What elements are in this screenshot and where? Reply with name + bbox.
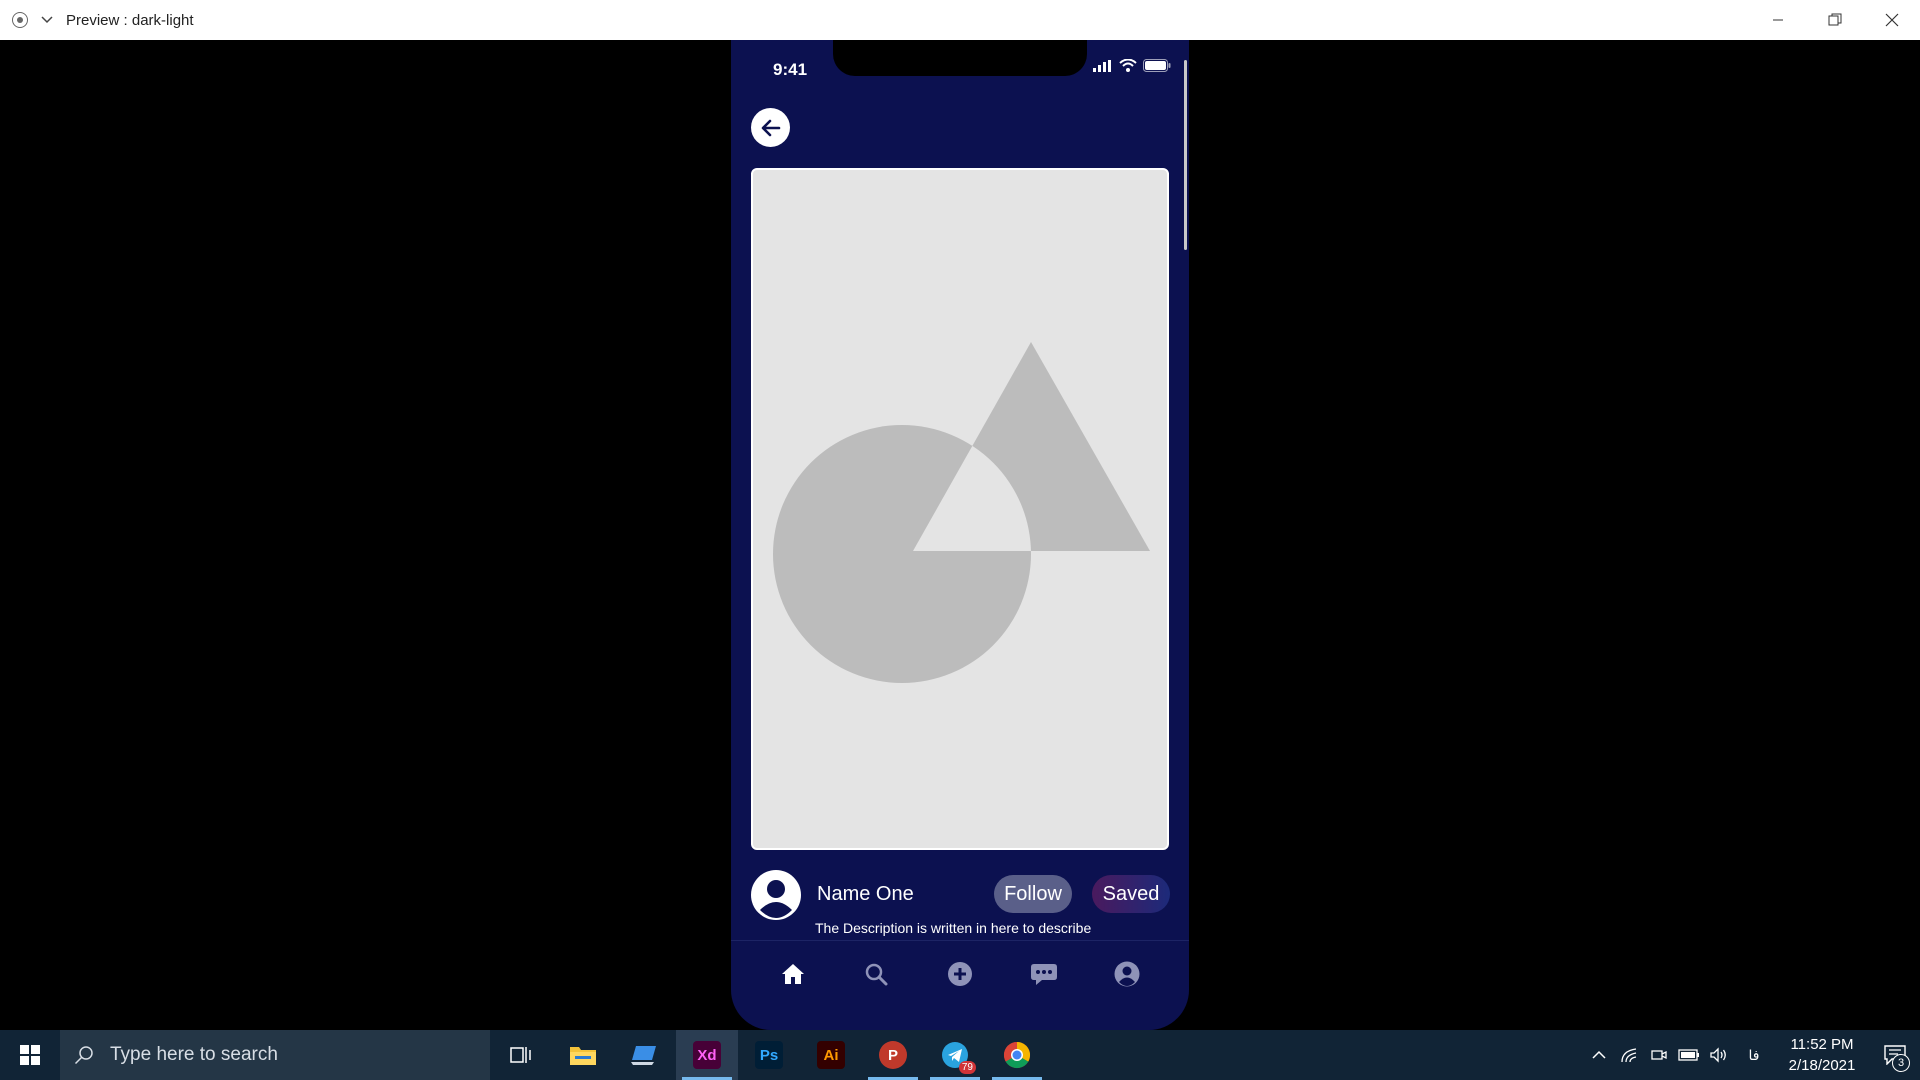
telegram-badge: 79 (958, 1061, 976, 1074)
search-icon[interactable] (859, 957, 893, 991)
add-icon[interactable] (943, 957, 977, 991)
post-info-row: Name One Follow Saved (751, 870, 1170, 920)
search-placeholder: Type here to search (110, 1044, 278, 1065)
laptop-icon (631, 1046, 656, 1065)
windows-taskbar: Type here to search Xd Ps Ai P 79 فا 11:… (0, 1030, 1920, 1080)
window-title: Preview : dark-light (66, 11, 194, 29)
username[interactable]: Name One (817, 883, 914, 906)
arrow-left-icon (761, 119, 780, 136)
photoshop-button[interactable]: Ps (738, 1030, 800, 1080)
network-icon[interactable] (1614, 1030, 1644, 1080)
windows-icon (20, 1045, 40, 1065)
system-tray: فا 11:52 PM 2/18/2021 3 (1584, 1030, 1920, 1080)
clock-date: 2/18/2021 (1788, 1057, 1856, 1074)
battery-icon[interactable] (1674, 1030, 1704, 1080)
taskbar-search[interactable]: Type here to search (60, 1030, 490, 1080)
saved-button[interactable]: Saved (1092, 875, 1170, 913)
adobe-xd-icon: Xd (693, 1041, 721, 1069)
back-button[interactable] (751, 108, 790, 147)
phone-notch (833, 40, 1087, 76)
chevron-down-icon[interactable] (40, 13, 54, 27)
close-button[interactable] (1863, 0, 1920, 40)
file-explorer-button[interactable] (552, 1030, 614, 1080)
preview-stage: 9:41 Name One Follow Saved The Descripti… (0, 40, 1920, 1030)
illustrator-button[interactable]: Ai (800, 1030, 862, 1080)
psiphon-button[interactable]: P (862, 1030, 924, 1080)
scrollbar[interactable] (1184, 60, 1187, 250)
search-icon (74, 1046, 93, 1065)
phone-frame: 9:41 Name One Follow Saved The Descripti… (731, 40, 1189, 1030)
volume-icon[interactable] (1704, 1030, 1734, 1080)
notification-count: 3 (1892, 1054, 1910, 1072)
illustrator-icon: Ai (817, 1041, 845, 1069)
app-button[interactable] (614, 1030, 676, 1080)
placeholder-shapes-icon (773, 342, 1150, 683)
psiphon-icon: P (879, 1041, 907, 1069)
record-icon[interactable] (12, 12, 28, 28)
image-placeholder[interactable] (751, 168, 1169, 850)
restore-button[interactable] (1806, 0, 1863, 40)
task-view-button[interactable] (490, 1030, 552, 1080)
action-center-button[interactable]: 3 (1870, 1030, 1920, 1080)
window-titlebar: Preview : dark-light (0, 0, 1920, 40)
language-indicator[interactable]: فا (1734, 1030, 1774, 1080)
minimize-button[interactable] (1749, 0, 1806, 40)
wifi-icon (1119, 59, 1137, 72)
home-icon[interactable] (776, 957, 810, 991)
status-icons (1093, 59, 1171, 72)
task-view-icon (510, 1047, 531, 1063)
photoshop-icon: Ps (755, 1041, 783, 1069)
bottom-nav (731, 940, 1189, 1030)
status-time: 9:41 (773, 60, 808, 79)
chrome-button[interactable] (986, 1030, 1048, 1080)
battery-icon (1143, 59, 1171, 72)
folder-icon (570, 1047, 596, 1065)
chrome-icon (1003, 1041, 1031, 1069)
chat-icon[interactable] (1027, 957, 1061, 991)
adobe-xd-button[interactable]: Xd (676, 1030, 738, 1080)
telegram-button[interactable]: 79 (924, 1030, 986, 1080)
post-description: The Description is written in here to de… (815, 920, 1092, 936)
meet-now-icon[interactable] (1644, 1030, 1674, 1080)
avatar-icon[interactable] (751, 870, 801, 920)
chevron-up-icon[interactable] (1584, 1030, 1614, 1080)
start-button[interactable] (0, 1030, 60, 1080)
clock[interactable]: 11:52 PM 2/18/2021 (1774, 1034, 1870, 1076)
profile-icon[interactable] (1110, 957, 1144, 991)
clock-time: 11:52 PM (1790, 1036, 1854, 1053)
signal-icon (1093, 59, 1111, 72)
follow-button[interactable]: Follow (994, 875, 1072, 913)
